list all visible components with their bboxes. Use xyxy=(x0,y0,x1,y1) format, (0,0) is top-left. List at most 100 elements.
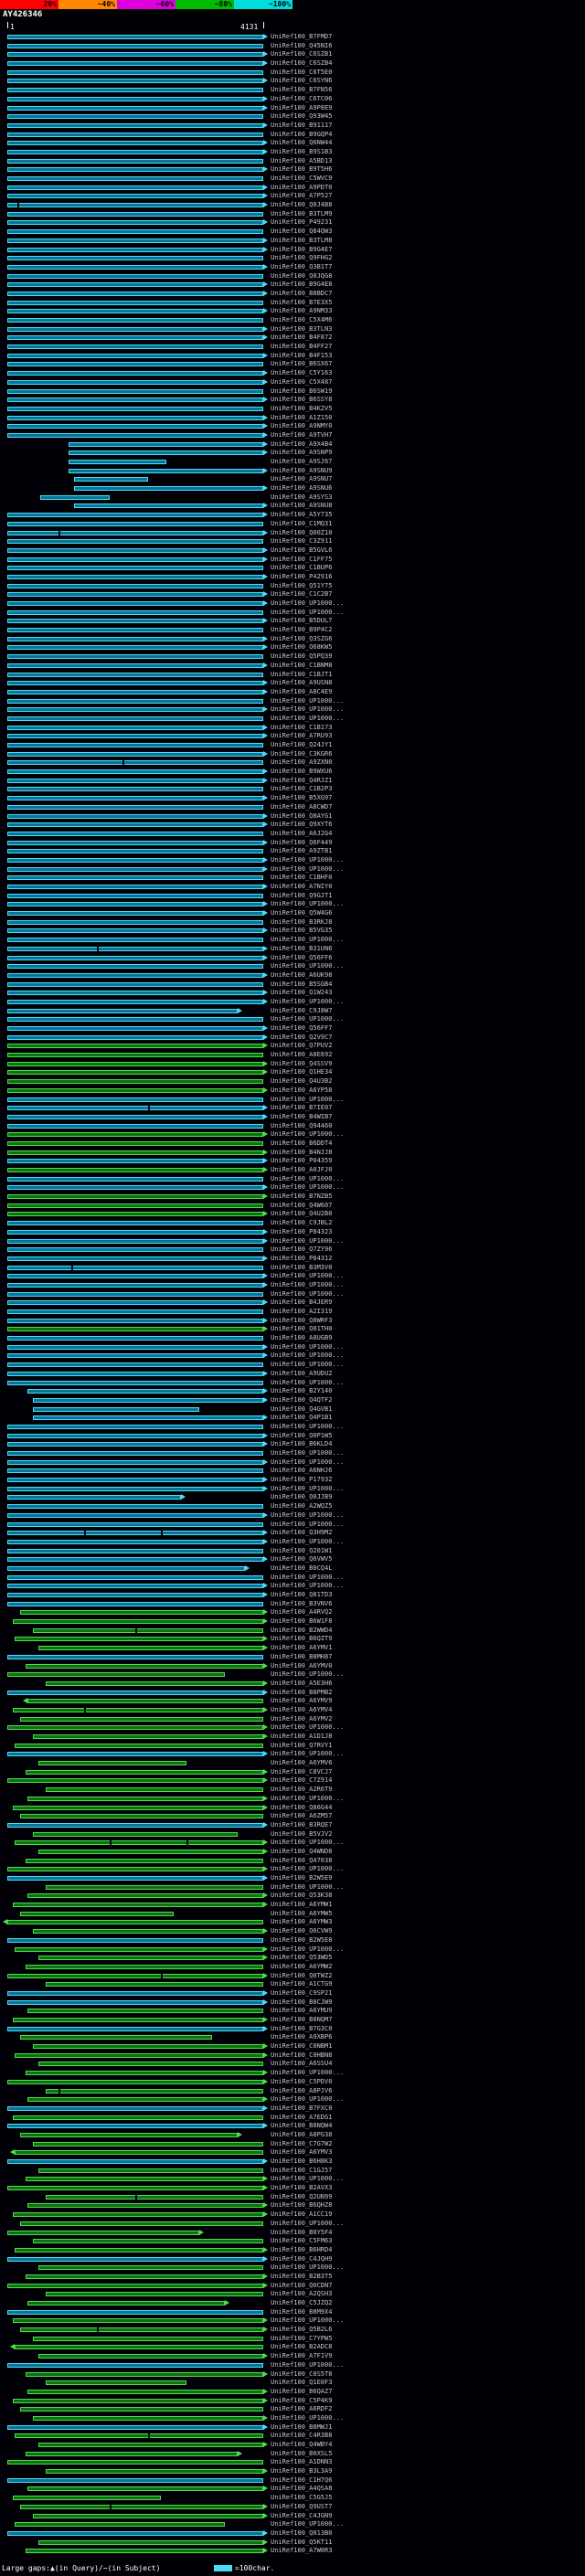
hit-label[interactable]: UniRef100_B4F872 xyxy=(271,334,332,343)
hit-bar[interactable] xyxy=(7,1026,263,1031)
hit-bar[interactable] xyxy=(46,2292,263,2297)
hit-bar[interactable] xyxy=(7,1424,263,1429)
hit-bar[interactable] xyxy=(7,1478,263,1483)
hit-bar[interactable] xyxy=(37,1849,263,1854)
hit-bar[interactable] xyxy=(7,1061,263,1066)
hit-label[interactable]: UniRef100_B7E3X5 xyxy=(271,299,332,308)
hit-label[interactable]: UniRef100_B31UN6 xyxy=(271,945,332,954)
hit-label[interactable]: UniRef100_C5X487 xyxy=(271,378,332,387)
hit-bar[interactable] xyxy=(15,2433,263,2439)
hit-bar[interactable] xyxy=(73,477,148,482)
hit-label[interactable]: UniRef100_A6YMW3 xyxy=(271,1918,332,1927)
hit-label[interactable]: UniRef100_C1H7Q6 xyxy=(271,2476,332,2486)
hit-bar[interactable] xyxy=(12,2018,263,2022)
hit-bar[interactable] xyxy=(7,902,263,907)
hit-bar[interactable] xyxy=(7,574,263,579)
hit-label[interactable]: UniRef100_C8VCJ7 xyxy=(271,1768,332,1777)
hit-label[interactable]: UniRef100_Q51Y75 xyxy=(271,582,332,591)
hit-label[interactable]: UniRef100_C5X4M6 xyxy=(271,316,332,325)
hit-bar[interactable] xyxy=(7,787,263,792)
hit-label[interactable]: UniRef100_UP1000... xyxy=(271,936,344,945)
hit-label[interactable]: UniRef100_Q2V9C7 xyxy=(271,1034,332,1043)
hit-label[interactable]: UniRef100_B6KLD4 xyxy=(271,1440,332,1449)
hit-label[interactable]: UniRef100_UP1000... xyxy=(271,1795,344,1804)
hit-label[interactable]: UniRef100_Q4SSV9 xyxy=(271,1060,332,1069)
hit-bar[interactable] xyxy=(7,672,263,677)
hit-bar[interactable] xyxy=(46,1680,263,1686)
hit-bar[interactable] xyxy=(37,1956,263,1961)
hit-label[interactable]: UniRef100_Q8WRF3 xyxy=(271,1317,332,1326)
hit-bar[interactable] xyxy=(73,504,263,509)
hit-label[interactable]: UniRef100_A6ZM57 xyxy=(271,1812,332,1821)
hit-bar[interactable] xyxy=(46,2469,263,2475)
hit-bar[interactable] xyxy=(7,1380,263,1385)
hit-bar[interactable] xyxy=(7,1690,263,1695)
hit-bar[interactable] xyxy=(7,2159,263,2164)
hit-bar[interactable] xyxy=(7,229,263,235)
hit-bar[interactable] xyxy=(7,698,263,704)
hit-label[interactable]: UniRef100_UP1000... xyxy=(271,1352,344,1361)
hit-label[interactable]: UniRef100_A6YP58 xyxy=(271,1087,332,1096)
hit-bar[interactable] xyxy=(37,2443,263,2447)
hit-label[interactable]: UniRef100_B7NZB5 xyxy=(271,1193,332,1202)
hit-label[interactable]: UniRef100_A2QSH3 xyxy=(271,2290,332,2299)
hit-label[interactable]: UniRef100_B8NQW4 xyxy=(271,2122,332,2131)
hit-label[interactable]: UniRef100_A8PG38 xyxy=(271,2131,332,2140)
hit-bar[interactable] xyxy=(73,486,263,492)
hit-bar[interactable] xyxy=(20,2504,263,2509)
hit-label[interactable]: UniRef100_Q00Z10 xyxy=(271,529,332,538)
hit-bar[interactable] xyxy=(33,1415,263,1421)
hit-label[interactable]: UniRef100_Q24JY1 xyxy=(271,741,332,750)
hit-label[interactable]: UniRef100_B6H8K3 xyxy=(271,2157,332,2167)
hit-bar[interactable] xyxy=(69,460,166,464)
hit-label[interactable]: UniRef100_B91117 xyxy=(271,122,332,131)
hit-label[interactable]: UniRef100_UP1000... xyxy=(271,2520,344,2529)
hit-bar[interactable] xyxy=(7,247,263,252)
hit-label[interactable]: UniRef100_A9USN8 xyxy=(271,679,332,688)
hit-label[interactable]: UniRef100_UP1000... xyxy=(271,2175,344,2184)
hit-label[interactable]: UniRef100_UP1000... xyxy=(271,2361,344,2370)
hit-bar[interactable] xyxy=(7,1176,263,1182)
hit-bar[interactable] xyxy=(7,1079,263,1085)
hit-label[interactable]: UniRef100_C5P4K9 xyxy=(271,2397,332,2406)
hit-bar[interactable] xyxy=(7,345,263,350)
hit-label[interactable]: UniRef100_B4FF27 xyxy=(271,343,332,352)
hit-label[interactable]: UniRef100_A2R6T9 xyxy=(271,1786,332,1795)
hit-bar[interactable] xyxy=(33,1734,263,1739)
hit-label[interactable]: UniRef100_A1CTG9 xyxy=(271,1980,332,1989)
hit-bar[interactable] xyxy=(7,2105,263,2111)
hit-bar[interactable] xyxy=(7,796,263,801)
hit-label[interactable]: UniRef100_B7G3C0 xyxy=(271,2025,332,2034)
hit-label[interactable]: UniRef100_B5SGB4 xyxy=(271,981,332,990)
hit-bar[interactable] xyxy=(7,1778,263,1784)
hit-bar[interactable] xyxy=(7,804,263,810)
hit-label[interactable]: UniRef100_A6NHJ6 xyxy=(271,1467,332,1476)
hit-label[interactable]: UniRef100_Q7RVY1 xyxy=(271,1742,332,1751)
hit-label[interactable]: UniRef100_B7FMD7 xyxy=(271,33,332,42)
hit-label[interactable]: UniRef100_Q6VWV5 xyxy=(271,1555,332,1564)
hit-label[interactable]: UniRef100_C6TC06 xyxy=(271,95,332,104)
hit-label[interactable]: UniRef100_B9T5H6 xyxy=(271,165,332,175)
hit-label[interactable]: UniRef100_Q4GVB1 xyxy=(271,1405,332,1415)
hit-bar[interactable] xyxy=(46,1787,263,1793)
hit-label[interactable]: UniRef100_A6YMV9 xyxy=(271,1697,332,1706)
hit-label[interactable]: UniRef100_UP1000... xyxy=(271,962,344,971)
hit-bar[interactable] xyxy=(7,1194,263,1200)
hit-bar[interactable] xyxy=(27,2301,225,2306)
hit-label[interactable]: UniRef100_B9P4C2 xyxy=(271,626,332,635)
hit-label[interactable]: UniRef100_UP1000... xyxy=(271,998,344,1007)
hit-label[interactable]: UniRef100_P49231 xyxy=(271,218,332,228)
hit-label[interactable]: UniRef100_A6YMV1 xyxy=(271,1644,332,1653)
hit-bar[interactable] xyxy=(7,1034,263,1040)
hit-label[interactable]: UniRef100_B8MH87 xyxy=(271,1653,332,1662)
hit-bar[interactable] xyxy=(7,388,263,394)
hit-label[interactable]: UniRef100_A9XBP6 xyxy=(271,2033,332,2042)
hit-label[interactable]: UniRef100_Q86G44 xyxy=(271,1804,332,1813)
hit-label[interactable]: UniRef100_UP1000... xyxy=(271,1511,344,1521)
hit-label[interactable]: UniRef100_P17932 xyxy=(271,1476,332,1485)
hit-label[interactable]: UniRef100_C1MQ31 xyxy=(271,520,332,529)
hit-bar[interactable] xyxy=(46,2088,263,2094)
hit-bar[interactable] xyxy=(7,760,263,766)
hit-bar[interactable] xyxy=(7,1876,263,1881)
hit-label[interactable]: UniRef100_Q013B0 xyxy=(271,2529,332,2539)
